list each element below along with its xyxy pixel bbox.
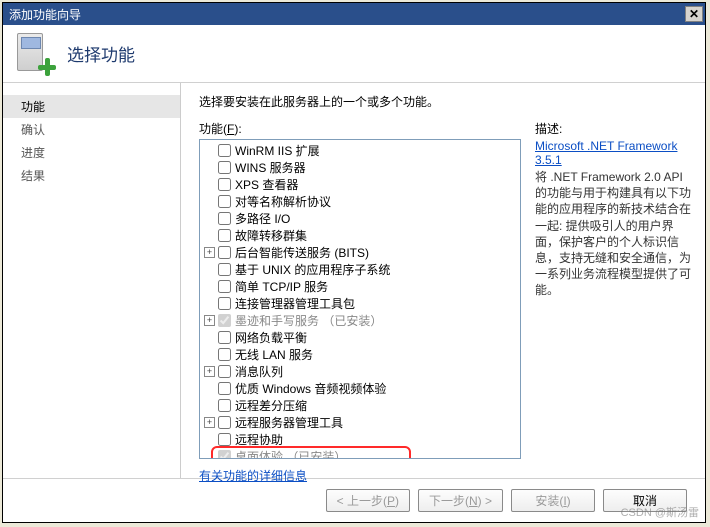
description-link[interactable]: Microsoft .NET Framework 3.5.1 (535, 139, 677, 167)
feature-label: XPS 查看器 (235, 176, 298, 193)
feature-label: 连接管理器管理工具包 (235, 295, 355, 312)
feature-checkbox[interactable] (218, 331, 231, 344)
feature-details-link[interactable]: 有关功能的详细信息 (199, 467, 307, 484)
feature-item[interactable]: + 消息队列 (200, 363, 520, 380)
feature-label: 消息队列 (235, 363, 283, 380)
feature-checkbox[interactable] (218, 161, 231, 174)
feature-item[interactable]: WINS 服务器 (200, 159, 520, 176)
feature-label: 简单 TCP/IP 服务 (235, 278, 328, 295)
features-column: 功能(F): WinRM IIS 扩展WINS 服务器XPS 查看器对等名称解析… (199, 120, 521, 484)
feature-checkbox[interactable] (218, 365, 231, 378)
feature-item[interactable]: 连接管理器管理工具包 (200, 295, 520, 312)
feature-checkbox[interactable] (218, 297, 231, 310)
feature-checkbox[interactable] (218, 382, 231, 395)
previous-button[interactable]: < 上一步(P) (326, 489, 410, 512)
feature-label: WinRM IIS 扩展 (235, 142, 320, 159)
features-tree[interactable]: WinRM IIS 扩展WINS 服务器XPS 查看器对等名称解析协议多路径 I… (199, 139, 521, 459)
feature-checkbox (218, 314, 231, 327)
feature-checkbox[interactable] (218, 280, 231, 293)
wizard-content: 选择要安装在此服务器上的一个或多个功能。 功能(F): WinRM IIS 扩展… (181, 83, 705, 478)
feature-checkbox[interactable] (218, 178, 231, 191)
feature-checkbox[interactable] (218, 399, 231, 412)
description-column: 描述: Microsoft .NET Framework 3.5.1 将 .NE… (535, 120, 691, 299)
feature-label: 远程差分压缩 (235, 397, 307, 414)
sidebar-step[interactable]: 确认 (3, 118, 180, 141)
feature-item[interactable]: + 远程服务器管理工具 (200, 414, 520, 431)
feature-checkbox[interactable] (218, 263, 231, 276)
expand-icon[interactable]: + (204, 417, 215, 428)
next-button[interactable]: 下一步(N) > (418, 489, 503, 512)
feature-item[interactable]: 基于 UNIX 的应用程序子系统 (200, 261, 520, 278)
feature-item[interactable]: 优质 Windows 音频视频体验 (200, 380, 520, 397)
feature-checkbox[interactable] (218, 246, 231, 259)
feature-label: 后台智能传送服务 (BITS) (235, 244, 369, 261)
feature-label: 无线 LAN 服务 (235, 346, 313, 363)
expand-icon[interactable]: + (204, 247, 215, 258)
feature-checkbox[interactable] (218, 144, 231, 157)
feature-item[interactable]: 对等名称解析协议 (200, 193, 520, 210)
wizard-steps-sidebar: 功能确认进度结果 (3, 83, 181, 478)
feature-checkbox[interactable] (218, 195, 231, 208)
wizard-body: 功能确认进度结果 选择要安装在此服务器上的一个或多个功能。 功能(F): Win… (3, 83, 705, 478)
feature-item[interactable]: 多路径 I/O (200, 210, 520, 227)
feature-checkbox[interactable] (218, 416, 231, 429)
features-label: 功能(F): (199, 120, 521, 137)
close-button[interactable]: ✕ (685, 6, 703, 22)
feature-item[interactable]: XPS 查看器 (200, 176, 520, 193)
feature-checkbox[interactable] (218, 348, 231, 361)
page-title: 选择功能 (67, 41, 135, 66)
wizard-header: 选择功能 (3, 25, 705, 83)
feature-item[interactable]: 桌面体验 （已安装） (200, 448, 520, 459)
feature-checkbox[interactable] (218, 212, 231, 225)
instruction-text: 选择要安装在此服务器上的一个或多个功能。 (199, 93, 691, 110)
cancel-button[interactable]: 取消 (603, 489, 687, 512)
feature-label: 多路径 I/O (235, 210, 290, 227)
feature-label: 远程服务器管理工具 (235, 414, 343, 431)
feature-item[interactable]: + 后台智能传送服务 (BITS) (200, 244, 520, 261)
wizard-icon (13, 33, 55, 75)
feature-label: WINS 服务器 (235, 159, 306, 176)
feature-label: 远程协助 (235, 431, 283, 448)
feature-checkbox[interactable] (218, 229, 231, 242)
feature-label: 对等名称解析协议 (235, 193, 331, 210)
description-text: 将 .NET Framework 2.0 API 的功能与用于构建具有以下功能的… (535, 169, 691, 299)
feature-label: 网络负载平衡 (235, 329, 307, 346)
feature-label: 墨迹和手写服务 （已安装） (235, 312, 382, 329)
title-bar: 添加功能向导 ✕ (3, 3, 705, 25)
wizard-window: 添加功能向导 ✕ 选择功能 功能确认进度结果 选择要安装在此服务器上的一个或多个… (2, 2, 706, 523)
feature-checkbox[interactable] (218, 433, 231, 446)
window-title: 添加功能向导 (9, 6, 81, 23)
wizard-footer: < 上一步(P) 下一步(N) > 安装(I) 取消 (3, 478, 705, 522)
feature-label: 优质 Windows 音频视频体验 (235, 380, 386, 397)
sidebar-step[interactable]: 进度 (3, 141, 180, 164)
expand-icon[interactable]: + (204, 366, 215, 377)
feature-label: 桌面体验 （已安装） (235, 448, 346, 459)
feature-item[interactable]: 无线 LAN 服务 (200, 346, 520, 363)
sidebar-step[interactable]: 功能 (3, 95, 180, 118)
feature-item[interactable]: 远程差分压缩 (200, 397, 520, 414)
description-label: 描述: (535, 120, 691, 137)
expand-icon[interactable]: + (204, 315, 215, 326)
install-button[interactable]: 安装(I) (511, 489, 595, 512)
feature-checkbox (218, 450, 231, 459)
feature-item[interactable]: 故障转移群集 (200, 227, 520, 244)
feature-label: 故障转移群集 (235, 227, 307, 244)
feature-item[interactable]: + 墨迹和手写服务 （已安装） (200, 312, 520, 329)
feature-item[interactable]: 简单 TCP/IP 服务 (200, 278, 520, 295)
feature-item[interactable]: 网络负载平衡 (200, 329, 520, 346)
sidebar-step[interactable]: 结果 (3, 164, 180, 187)
feature-item[interactable]: WinRM IIS 扩展 (200, 142, 520, 159)
close-icon: ✕ (689, 8, 699, 20)
feature-item[interactable]: 远程协助 (200, 431, 520, 448)
feature-label: 基于 UNIX 的应用程序子系统 (235, 261, 390, 278)
